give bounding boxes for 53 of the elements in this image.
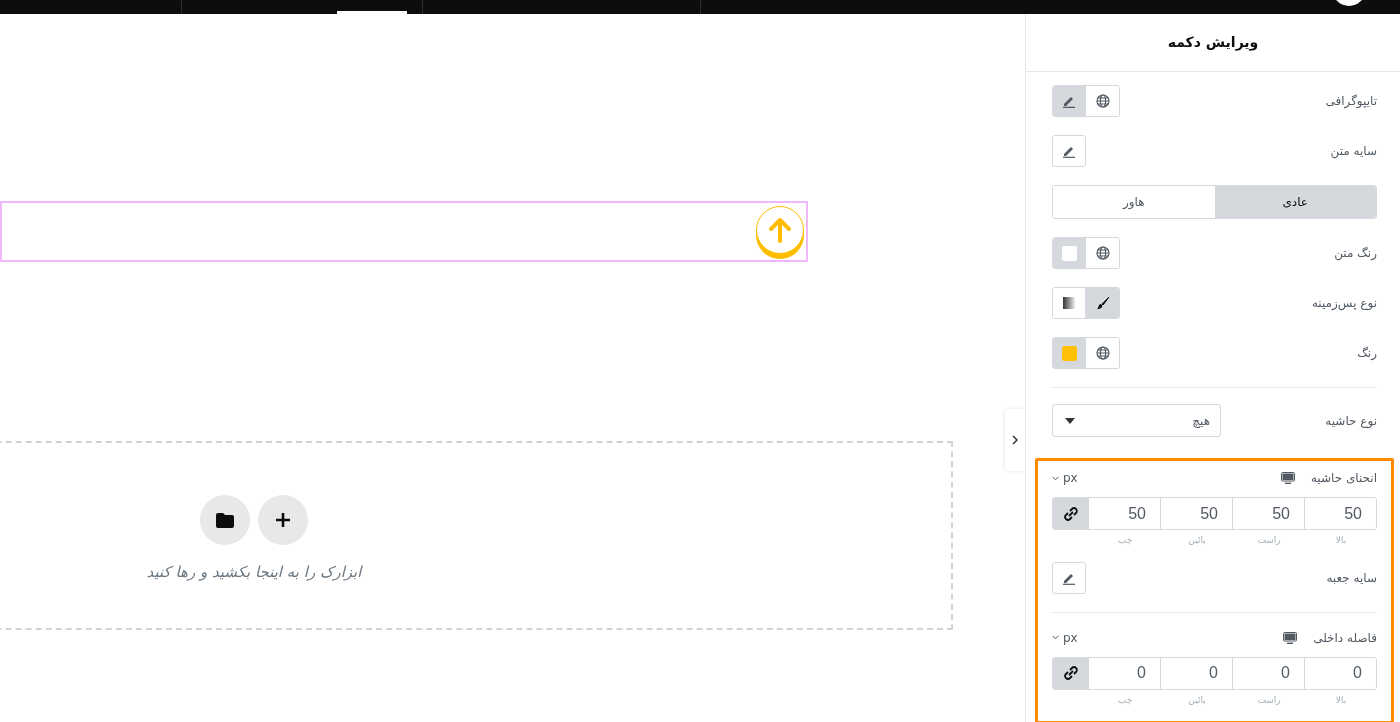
unit-selector[interactable]: px bbox=[1063, 628, 1078, 647]
color-picker-button[interactable] bbox=[1053, 238, 1086, 268]
control-label: سایه متن bbox=[1330, 143, 1377, 160]
monitor-icon[interactable] bbox=[1280, 472, 1295, 484]
control-label: نوع حاشیه bbox=[1325, 412, 1377, 430]
dimension-label: بالا bbox=[1334, 693, 1348, 707]
brush-icon bbox=[1095, 296, 1110, 310]
control-label: رنگ bbox=[1357, 345, 1377, 362]
dimension-field[interactable]: 0 bbox=[1304, 657, 1376, 689]
drop-hint: ابزارک را به اینجا بکشید و رها کنید bbox=[146, 562, 362, 584]
control-label: فاصله داخلی bbox=[1313, 629, 1377, 647]
control-label: تایپوگرافی bbox=[1325, 93, 1377, 110]
gradient-option[interactable] bbox=[1053, 288, 1086, 318]
chevron-right-icon bbox=[1012, 435, 1018, 445]
pencil-icon bbox=[1062, 94, 1076, 108]
control-label: نوع پس‌زمینه bbox=[1311, 295, 1377, 312]
dimension-label: چپ bbox=[1116, 693, 1134, 707]
dimension-label: پائین bbox=[1187, 693, 1207, 707]
dimension-label: راست bbox=[1256, 693, 1282, 707]
state-tab[interactable]: عادی bbox=[1214, 186, 1376, 218]
dimension-label: پائین bbox=[1187, 534, 1207, 547]
edit-button[interactable] bbox=[1052, 561, 1086, 594]
link-button[interactable] bbox=[1053, 657, 1088, 689]
edit-button[interactable] bbox=[1052, 135, 1086, 167]
globe-icon bbox=[1095, 246, 1110, 260]
template-button[interactable] bbox=[200, 495, 250, 546]
link-icon bbox=[1063, 666, 1078, 680]
dimension-label: بالا bbox=[1334, 534, 1348, 547]
select-field[interactable]: هیچ bbox=[1052, 404, 1221, 437]
dimension-label: راست bbox=[1256, 534, 1282, 547]
classic-option[interactable] bbox=[1086, 288, 1119, 318]
plus-icon bbox=[275, 512, 291, 529]
control-label: رنگ متن bbox=[1334, 245, 1377, 262]
gradient-icon bbox=[1063, 297, 1075, 309]
link-icon bbox=[1063, 506, 1078, 521]
dimension-field[interactable]: 50 bbox=[1304, 498, 1376, 529]
globe-icon bbox=[1095, 346, 1110, 360]
globe-icon bbox=[1095, 94, 1110, 108]
control-label: انحنای حاشیه bbox=[1310, 470, 1377, 487]
caret-icon bbox=[1065, 417, 1075, 424]
chevron-down-icon[interactable] bbox=[1052, 635, 1059, 640]
dimension-label: چپ bbox=[1116, 534, 1134, 547]
control-label: سایه جعبه bbox=[1326, 569, 1377, 587]
color-picker-button[interactable] bbox=[1053, 338, 1086, 368]
link-button[interactable] bbox=[1053, 498, 1088, 529]
active-tab-indicator bbox=[337, 11, 407, 14]
folder-icon bbox=[216, 512, 234, 528]
chevron-down-icon[interactable] bbox=[1052, 475, 1059, 481]
add-button[interactable] bbox=[258, 495, 308, 546]
pencil-icon bbox=[1062, 144, 1076, 158]
edit-button[interactable] bbox=[1053, 86, 1086, 116]
monitor-icon[interactable] bbox=[1283, 631, 1298, 644]
unit-selector[interactable]: px bbox=[1063, 469, 1078, 487]
